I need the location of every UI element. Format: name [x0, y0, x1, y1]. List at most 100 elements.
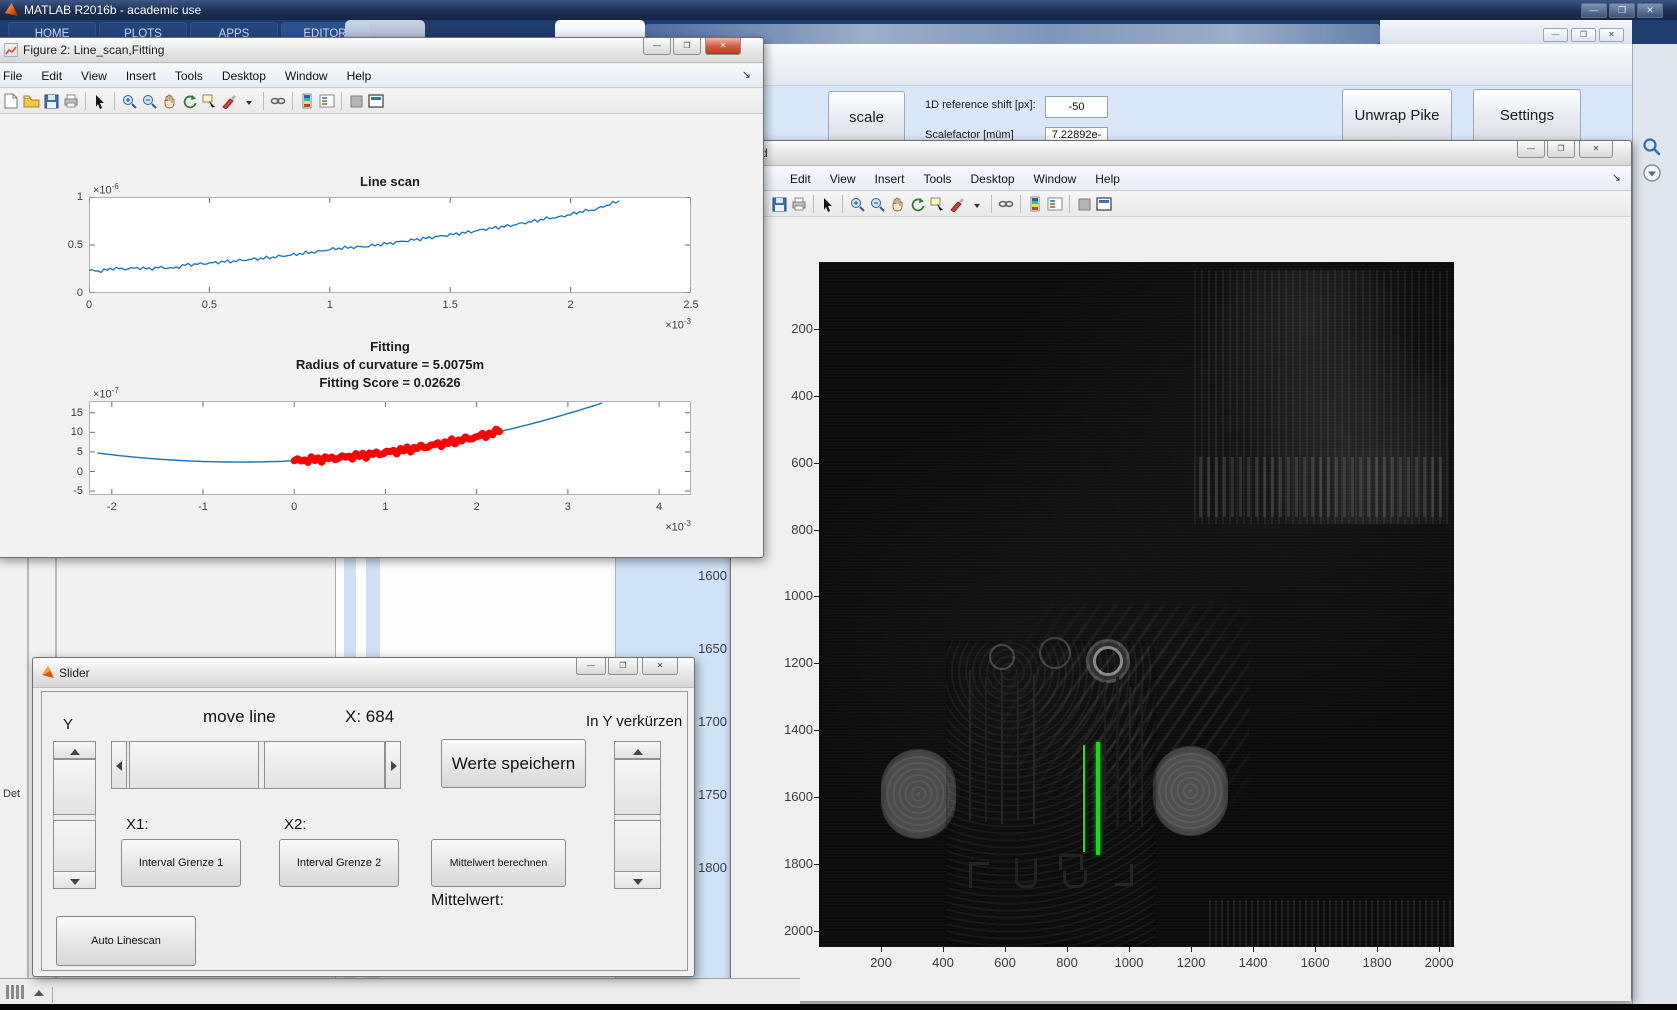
- fig-close-button[interactable]: ✕: [1579, 141, 1613, 158]
- graybox-icon[interactable]: [1074, 195, 1094, 214]
- scan-line-primary[interactable]: [1096, 742, 1100, 855]
- y-slider-down-button[interactable]: [53, 871, 96, 889]
- menu-item-help[interactable]: Help: [1095, 172, 1120, 186]
- scale-button[interactable]: scale: [828, 91, 905, 147]
- zoomout-icon[interactable]: [867, 195, 887, 214]
- close-button[interactable]: ✕: [1637, 3, 1663, 18]
- menu-item-insert[interactable]: Insert: [874, 172, 904, 186]
- search-icon[interactable]: [1641, 136, 1663, 158]
- figure2-title-bar[interactable]: Figure 2: Line_scan,Fitting — ❐ ✕: [0, 38, 763, 63]
- dock-arrow-icon[interactable]: ↘: [742, 68, 751, 81]
- in-y-thumb[interactable]: [614, 759, 661, 815]
- move-line-slider-section[interactable]: [264, 741, 385, 789]
- y-slider-thumb[interactable]: [53, 759, 96, 815]
- menu-item-edit[interactable]: Edit: [41, 69, 62, 83]
- dockwin-icon[interactable]: [1094, 195, 1114, 214]
- save-icon[interactable]: [769, 195, 789, 214]
- unwrap-pike-button[interactable]: Unwrap Pike: [1342, 89, 1452, 145]
- graybox-icon[interactable]: [346, 92, 366, 111]
- brush-icon[interactable]: [947, 195, 967, 214]
- y-slider-up-button[interactable]: [53, 741, 96, 759]
- caret-icon[interactable]: [239, 92, 259, 111]
- menu-item-tools[interactable]: Tools: [175, 69, 203, 83]
- fig2-minimize-button[interactable]: —: [643, 38, 671, 55]
- colorbar-icon[interactable]: [297, 92, 317, 111]
- move-line-slider-thumb[interactable]: [129, 741, 259, 789]
- ref-shift-input[interactable]: -50: [1045, 96, 1108, 118]
- settings-button[interactable]: Settings: [1473, 89, 1581, 145]
- right-sidebar-strip: [1632, 44, 1677, 1010]
- print-icon[interactable]: [61, 92, 81, 111]
- menu-item-file[interactable]: File: [3, 69, 22, 83]
- menu-item-window[interactable]: Window: [285, 69, 328, 83]
- caret-icon[interactable]: [967, 195, 987, 214]
- fig2-close-button[interactable]: ✕: [705, 38, 741, 55]
- in-y-down-button[interactable]: [614, 871, 661, 889]
- menu-item-insert[interactable]: Insert: [126, 69, 156, 83]
- print-icon[interactable]: [789, 195, 809, 214]
- plot1-axes[interactable]: [89, 197, 691, 293]
- slider-maximize-button[interactable]: ❐: [608, 658, 638, 675]
- maximize-button[interactable]: ❐: [1609, 3, 1635, 18]
- datacursor-icon[interactable]: [927, 195, 947, 214]
- menu-item-desktop[interactable]: Desktop: [222, 69, 266, 83]
- menu-item-help[interactable]: Help: [347, 69, 372, 83]
- werte-speichern-button[interactable]: Werte speichern: [441, 739, 586, 788]
- cursor-icon[interactable]: [818, 195, 838, 214]
- zoomin-icon[interactable]: [847, 195, 867, 214]
- doc-restore-button[interactable]: ❐: [1571, 28, 1596, 42]
- menu-item-view[interactable]: View: [830, 172, 856, 186]
- cursor-icon[interactable]: [90, 92, 110, 111]
- expand-arrow-icon[interactable]: [34, 990, 44, 996]
- dropdown-circle-icon[interactable]: [1641, 162, 1663, 184]
- zoomout-icon[interactable]: [139, 92, 159, 111]
- plot1-y-exponent: ×10-6: [93, 182, 119, 197]
- slider-minimize-button[interactable]: —: [576, 658, 606, 675]
- interval-grenze1-button[interactable]: Interval Grenze 1: [121, 839, 241, 887]
- menu-item-window[interactable]: Window: [1034, 172, 1077, 186]
- fig-minimize-button[interactable]: —: [1517, 141, 1545, 158]
- hand-icon[interactable]: [159, 92, 179, 111]
- colorbar-icon[interactable]: [1025, 195, 1045, 214]
- rotate-icon[interactable]: [907, 195, 927, 214]
- slider-close-button[interactable]: ✕: [642, 658, 678, 675]
- zoomin-icon[interactable]: [119, 92, 139, 111]
- menu-item-desktop[interactable]: Desktop: [971, 172, 1015, 186]
- doc-minimize-button[interactable]: —: [1543, 28, 1568, 42]
- fig-maximize-button[interactable]: ❐: [1547, 141, 1575, 158]
- menu-item-view[interactable]: View: [81, 69, 107, 83]
- fig2-maximize-button[interactable]: ❐: [673, 38, 701, 55]
- dockwin-icon[interactable]: [366, 92, 386, 111]
- datacursor-icon[interactable]: [199, 92, 219, 111]
- link-icon[interactable]: [268, 92, 288, 111]
- scan-line-secondary[interactable]: [1083, 745, 1085, 852]
- open-icon[interactable]: [21, 92, 41, 111]
- splitter-grip[interactable]: [6, 985, 53, 1001]
- save-icon[interactable]: [41, 92, 61, 111]
- linescan-y-tick: 0.5: [47, 239, 83, 251]
- y-slider-section[interactable]: [53, 820, 96, 872]
- doc-close-button[interactable]: ✕: [1599, 28, 1624, 42]
- legend-icon[interactable]: [1045, 195, 1065, 214]
- link-icon[interactable]: [996, 195, 1016, 214]
- hand-icon[interactable]: [887, 195, 907, 214]
- phase-image[interactable]: [819, 262, 1454, 947]
- image-figure-title-bar[interactable]: d — ❐ ✕: [731, 141, 1631, 166]
- slider-title-bar[interactable]: Slider — ❐ ✕: [33, 658, 694, 688]
- menu-item-tools[interactable]: Tools: [924, 172, 952, 186]
- dock-arrow-icon[interactable]: ↘: [1612, 171, 1621, 184]
- interval-grenze2-button[interactable]: Interval Grenze 2: [279, 839, 399, 887]
- in-y-up-button[interactable]: [614, 741, 661, 759]
- brush-icon[interactable]: [219, 92, 239, 111]
- rotate-icon[interactable]: [179, 92, 199, 111]
- legend-icon[interactable]: [317, 92, 337, 111]
- in-y-section[interactable]: [614, 820, 661, 872]
- auto-linescan-button[interactable]: Auto Linescan: [56, 916, 196, 966]
- mittelwert-berechnen-button[interactable]: Mittelwert berechnen: [431, 839, 566, 887]
- plot2-axes[interactable]: [89, 401, 691, 495]
- move-line-left-arrow[interactable]: [111, 741, 127, 789]
- move-line-right-arrow[interactable]: [385, 741, 401, 789]
- minimize-button[interactable]: —: [1581, 3, 1607, 18]
- menu-item-edit[interactable]: Edit: [790, 172, 811, 186]
- new-icon[interactable]: [1, 92, 21, 111]
